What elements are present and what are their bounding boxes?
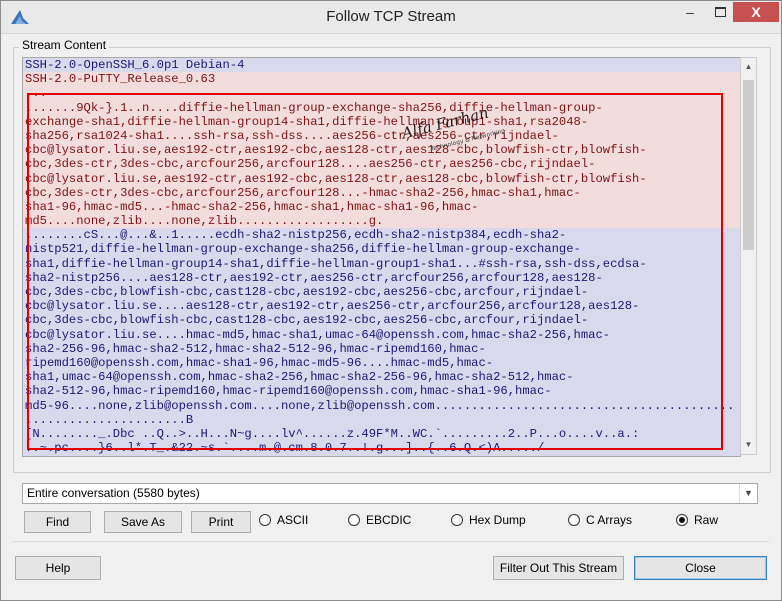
radio-c-arrays[interactable]: C Arrays: [568, 513, 632, 527]
radio-button-icon[interactable]: [451, 514, 463, 526]
radio-button-icon[interactable]: [676, 514, 688, 526]
save-as-button-label: Save As: [120, 515, 166, 529]
radio-ebcdic[interactable]: EBCDIC: [348, 513, 411, 527]
minimize-button[interactable]: –: [673, 2, 707, 22]
stream-content-label: Stream Content: [19, 38, 110, 52]
filter-out-stream-button[interactable]: Filter Out This Stream: [493, 556, 624, 580]
radio-ascii[interactable]: ASCII: [259, 513, 308, 527]
show-conversation-select[interactable]: Entire conversation (5580 bytes) ▼: [22, 483, 758, 504]
stream-line: cbc@lysator.liu.se,aes192-ctr,aes192-cbc…: [23, 171, 740, 186]
stream-line: ripemd160@openssh.com,hmac-sha1-96,hmac-…: [23, 355, 740, 371]
radio-hex-dump[interactable]: Hex Dump: [451, 513, 526, 527]
radio-label: C Arrays: [586, 513, 633, 527]
title-bar[interactable]: Follow TCP Stream – X: [1, 1, 781, 34]
stream-line: [N........_.Dbc ..Q..>..H...N~g....lv^..…: [23, 426, 740, 442]
stream-line: ...: [23, 86, 740, 101]
close-button[interactable]: Close: [634, 556, 767, 580]
stream-line: cbc,3des-ctr,3des-cbc,arcfour256,arcfour…: [23, 185, 740, 200]
radio-label: Raw: [694, 513, 719, 527]
radio-label: Hex Dump: [469, 513, 526, 527]
stream-line: sha1-96,hmac-md5...-hmac-sha2-256,hmac-s…: [23, 199, 740, 215]
radio-button-icon[interactable]: [348, 514, 360, 526]
find-button[interactable]: Find: [24, 511, 91, 533]
chevron-down-icon[interactable]: ▼: [739, 484, 757, 503]
stream-line: cbc,3des-cbc,blowfish-cbc,cast128-cbc,ae…: [23, 313, 740, 328]
scroll-down-icon[interactable]: ▼: [741, 438, 756, 452]
stream-content-text[interactable]: SSH-2.0-OpenSSH_6.0p1 Debian-4 SSH-2.0-Pu…: [22, 57, 741, 457]
maximize-button[interactable]: [707, 2, 733, 22]
stream-line: cbc@lysator.liu.se....aes128-ctr,aes192-…: [23, 299, 740, 314]
help-button[interactable]: Help: [15, 556, 101, 580]
scrollbar-thumb[interactable]: [743, 80, 754, 250]
radio-label: ASCII: [277, 513, 309, 527]
stream-line: sha1,diffie-hellman-group14-sha1,diffie-…: [23, 256, 740, 271]
stream-line: ......................B: [23, 412, 740, 427]
stream-line: md5....none,zlib....none,zlib...........…: [23, 214, 740, 229]
stream-line: SSH-2.0-PuTTY_Release_0.63: [23, 72, 740, 87]
stream-line: sha2-512-96,hmac-ripemd160,hmac-ripemd16…: [23, 384, 740, 399]
stream-line: cbc@lysator.liu.se,aes192-ctr,aes192-cbc…: [23, 143, 740, 158]
stream-line: cbc@lysator.liu.se....hmac-md5,hmac-sha1…: [23, 327, 740, 342]
filter-out-button-label: Filter Out This Stream: [499, 561, 618, 575]
stream-line: sha256,rsa1024-sha1....ssh-rsa,ssh-dss..…: [23, 128, 740, 144]
maximize-icon: [714, 7, 726, 17]
stream-line: ........cS...@...&..1.....ecdh-sha2-nist…: [23, 228, 740, 243]
stream-line: cbc,3des-ctr,3des-cbc,arcfour256,arcfour…: [23, 157, 740, 172]
vertical-scrollbar[interactable]: ▲ ▼: [740, 57, 757, 455]
divider: [13, 541, 769, 542]
radio-button-icon[interactable]: [259, 514, 271, 526]
radio-raw[interactable]: Raw: [676, 513, 718, 527]
stream-line: x:v.i.>..Z........z.b: [23, 455, 740, 456]
show-conversation-value: Entire conversation (5580 bytes): [27, 486, 200, 500]
stream-line: SSH-2.0-OpenSSH_6.0p1 Debian-4: [23, 58, 740, 73]
radio-button-icon[interactable]: [568, 514, 580, 526]
stream-line: md5-96....none,zlib@openssh.com....none,…: [23, 398, 740, 413]
save-as-button[interactable]: Save As: [104, 511, 182, 533]
close-window-button[interactable]: X: [733, 2, 779, 22]
help-button-label: Help: [45, 561, 71, 575]
radio-label: EBCDIC: [366, 513, 412, 527]
stream-line: sha2-nistp256....aes128-ctr,aes192-ctr,a…: [23, 270, 740, 285]
print-button-label: Print: [208, 515, 234, 529]
stream-line: sha2-256-96,hmac-sha2-512,hmac-sha2-512-…: [23, 341, 740, 356]
stream-line: .......9Qk-}.1..n....diffie-hellman-grou…: [23, 100, 740, 115]
close-button-label: Close: [685, 561, 716, 575]
stream-line: ..~.pc....}6..l*.T_.&22.~s.`....m.@.cm.8…: [23, 441, 740, 456]
stream-line: exchange-sha1,diffie-hellman-group14-sha…: [23, 114, 740, 129]
stream-line: nistp521,diffie-hellman-group-exchange-s…: [23, 242, 740, 257]
print-button[interactable]: Print: [191, 511, 251, 533]
stream-line: sha1,umac-64@openssh.com,hmac-sha2-256,h…: [23, 370, 740, 385]
stream-line: cbc,3des-cbc,blowfish-cbc,cast128-cbc,ae…: [23, 285, 740, 300]
scroll-up-icon[interactable]: ▲: [741, 60, 756, 74]
window-title: Follow TCP Stream: [326, 8, 456, 25]
find-button-label: Find: [45, 515, 70, 529]
